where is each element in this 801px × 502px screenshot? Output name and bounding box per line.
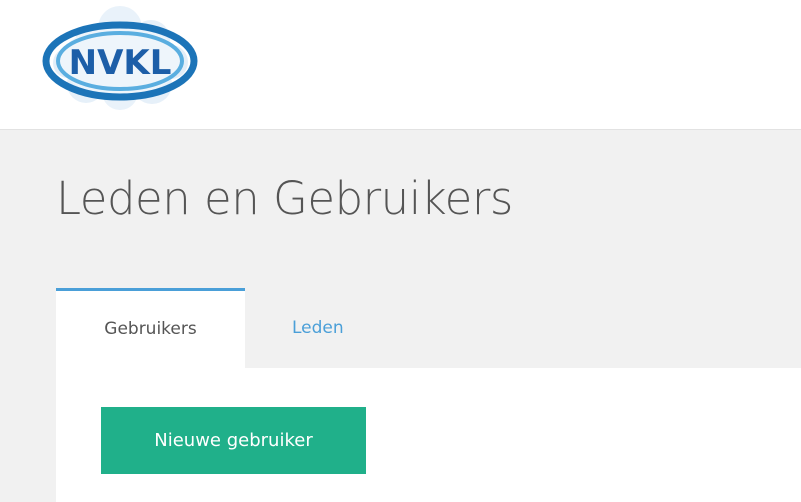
tab-panel: Nieuwe gebruiker <box>56 368 801 502</box>
main-content: Leden en Gebruikers Gebruikers Leden Nie… <box>0 130 801 502</box>
nvkl-logo[interactable]: NVKL <box>40 6 200 111</box>
tab-gebruikers[interactable]: Gebruikers <box>56 288 245 368</box>
new-user-button[interactable]: Nieuwe gebruiker <box>101 407 366 474</box>
tab-bar: Gebruikers Leden <box>56 288 801 368</box>
tab-leden[interactable]: Leden <box>292 288 344 368</box>
page-title: Leden en Gebruikers <box>56 172 513 225</box>
site-header: NVKL <box>0 0 801 130</box>
logo-text: NVKL <box>69 43 172 83</box>
